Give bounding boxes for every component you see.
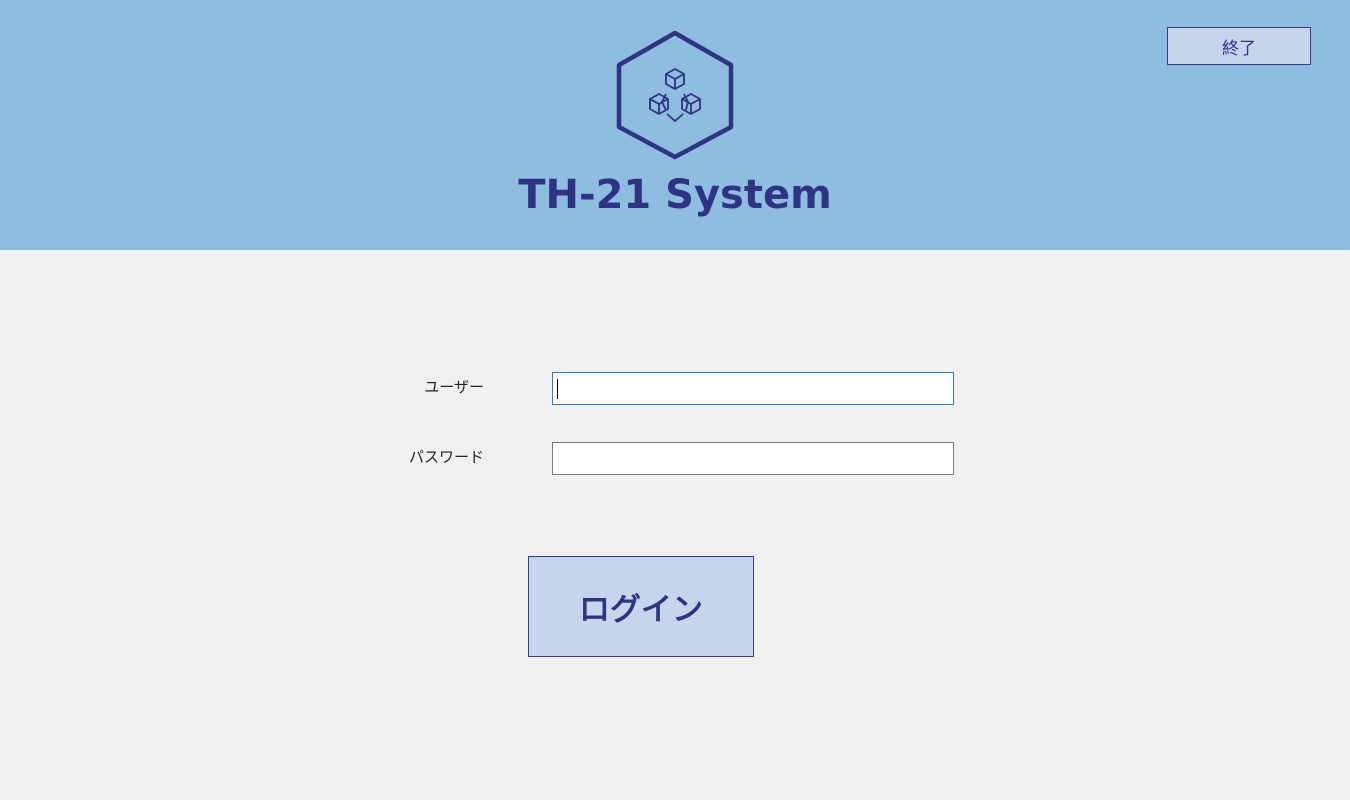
text-caret <box>557 379 558 399</box>
password-input[interactable] <box>552 442 954 475</box>
exit-button[interactable]: 終了 <box>1167 27 1311 65</box>
user-label: ユーザー <box>424 378 484 396</box>
password-label: パスワード <box>408 448 484 466</box>
user-input[interactable] <box>552 372 954 405</box>
app-title: TH-21 System <box>518 172 832 218</box>
header-banner: TH-21 System 終了 <box>0 0 1350 250</box>
login-button[interactable]: ログイン <box>528 556 754 657</box>
hexagon-network-cubes-icon <box>616 30 734 160</box>
